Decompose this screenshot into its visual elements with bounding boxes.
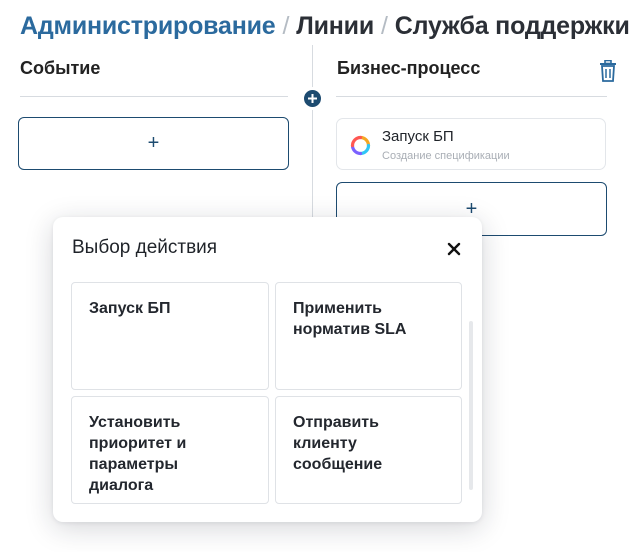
breadcrumb-root-link[interactable]: Администрирование [20,12,276,41]
column-divider [312,45,313,245]
action-option-label: Применить норматив SLA [293,300,407,338]
close-icon[interactable] [446,241,462,257]
action-option-send-message[interactable]: Отправить клиенту сообщение [275,396,462,504]
popup-title: Выбор действия [72,237,218,258]
action-option-label: Отправить клиенту сообщение [293,414,383,473]
add-event-button[interactable]: + [18,117,289,170]
bp-card-subtitle: Создание спецификации [382,150,510,162]
bp-logo-icon [350,135,371,156]
breadcrumb-separator: / [282,11,290,40]
action-option-start-bp[interactable]: Запуск БП [71,282,269,390]
bp-card-title: Запуск БП [382,128,454,145]
breadcrumb-separator: / [381,11,388,40]
action-option-set-priority[interactable]: Установить приоритет и параметры диалога [71,396,269,504]
event-divider [20,96,288,97]
action-option-apply-sla[interactable]: Применить норматив SLA [275,282,462,390]
action-option-label: Запуск БП [89,300,171,317]
breadcrumb-lines-link[interactable]: Линии [296,12,374,41]
plus-icon [307,93,318,104]
process-column-title: Бизнес-процесс [337,58,481,78]
action-selection-popup: Выбор действия Запуск БП Применить норма… [53,217,482,522]
action-option-label: Установить приоритет и параметры диалога [89,414,187,494]
popup-scrollbar[interactable] [469,321,473,490]
breadcrumb-current: Служба поддержки [394,11,630,40]
breadcrumb: Администрирование / Линии / Служба подде… [20,8,630,44]
business-process-card[interactable]: Запуск БП Создание спецификации [336,118,606,170]
event-column-title: Событие [20,58,101,78]
trash-icon[interactable] [598,59,618,82]
process-divider [336,96,607,97]
add-connector-button[interactable] [302,88,323,109]
